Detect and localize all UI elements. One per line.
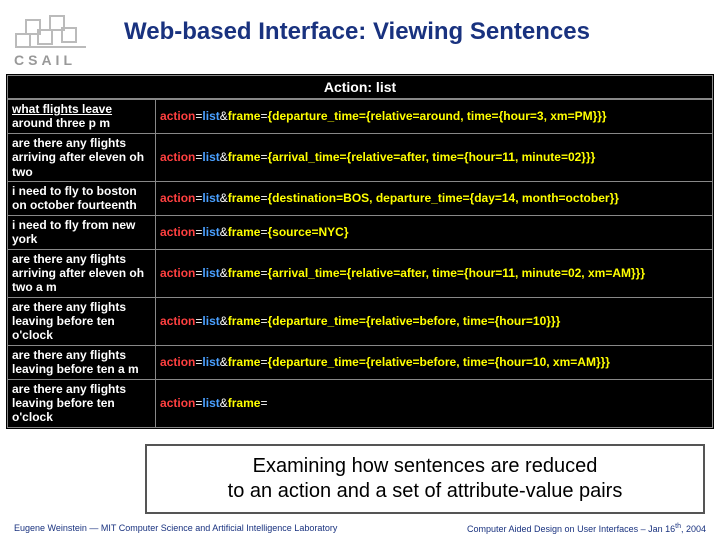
action-header: Action: list [7,75,713,99]
slide-title: Web-based Interface: Viewing Sentences [114,8,590,46]
frame-cell: action=list&frame={departure_time={relat… [156,297,713,345]
slide-footer: Eugene Weinstein — MIT Computer Science … [0,523,720,534]
sentence-cell: are there any flights arriving after ele… [8,249,156,297]
table-row: i need to fly to boston on october fourt… [8,181,713,215]
table-row: i need to fly from new yorkaction=list&f… [8,215,713,249]
sentence-cell: are there any flights leaving before ten… [8,345,156,379]
frame-cell: action=list&frame={departure_time={relat… [156,100,713,134]
sentence-cell: what flights leave around three p m [8,100,156,134]
frame-cell: action=list&frame={arrival_time={relativ… [156,133,713,181]
table-row: are there any flights arriving after ele… [8,133,713,181]
sentence-cell: i need to fly from new york [8,215,156,249]
sentence-link[interactable]: what flights leave [12,102,112,116]
frame-cell: action=list&frame={departure_time={relat… [156,345,713,379]
logo-text: CSAIL [14,52,114,68]
sentence-cell: are there any flights arriving after ele… [8,133,156,181]
table-row: what flights leave around three p mactio… [8,100,713,134]
table-row: are there any flights leaving before ten… [8,345,713,379]
sentence-cell: i need to fly to boston on october fourt… [8,181,156,215]
callout-line2: to an action and a set of attribute-valu… [228,480,623,502]
callout-box: Examining how sentences are reduced to a… [145,444,705,514]
table-row: are there any flights leaving before ten… [8,379,713,427]
sentence-cell: are there any flights leaving before ten… [8,297,156,345]
table-row: are there any flights arriving after ele… [8,249,713,297]
footer-left: Eugene Weinstein — MIT Computer Science … [14,523,337,534]
frame-cell: action=list&frame={destination=BOS, depa… [156,181,713,215]
table-row: are there any flights leaving before ten… [8,297,713,345]
frame-cell: action=list&frame={arrival_time={relativ… [156,249,713,297]
frame-cell: action=list&frame= [156,379,713,427]
csail-logo: CSAIL [14,8,114,68]
callout-line1: Examining how sentences are reduced [253,455,598,477]
sentence-table: what flights leave around three p mactio… [7,99,713,428]
frame-cell: action=list&frame={source=NYC} [156,215,713,249]
sentence-cell: are there any flights leaving before ten… [8,379,156,427]
footer-right: Computer Aided Design on User Interfaces… [467,523,706,534]
logo-icon [14,8,94,48]
sentence-table-area: Action: list what flights leave around t… [6,74,714,429]
slide-header: CSAIL Web-based Interface: Viewing Sente… [0,0,720,74]
